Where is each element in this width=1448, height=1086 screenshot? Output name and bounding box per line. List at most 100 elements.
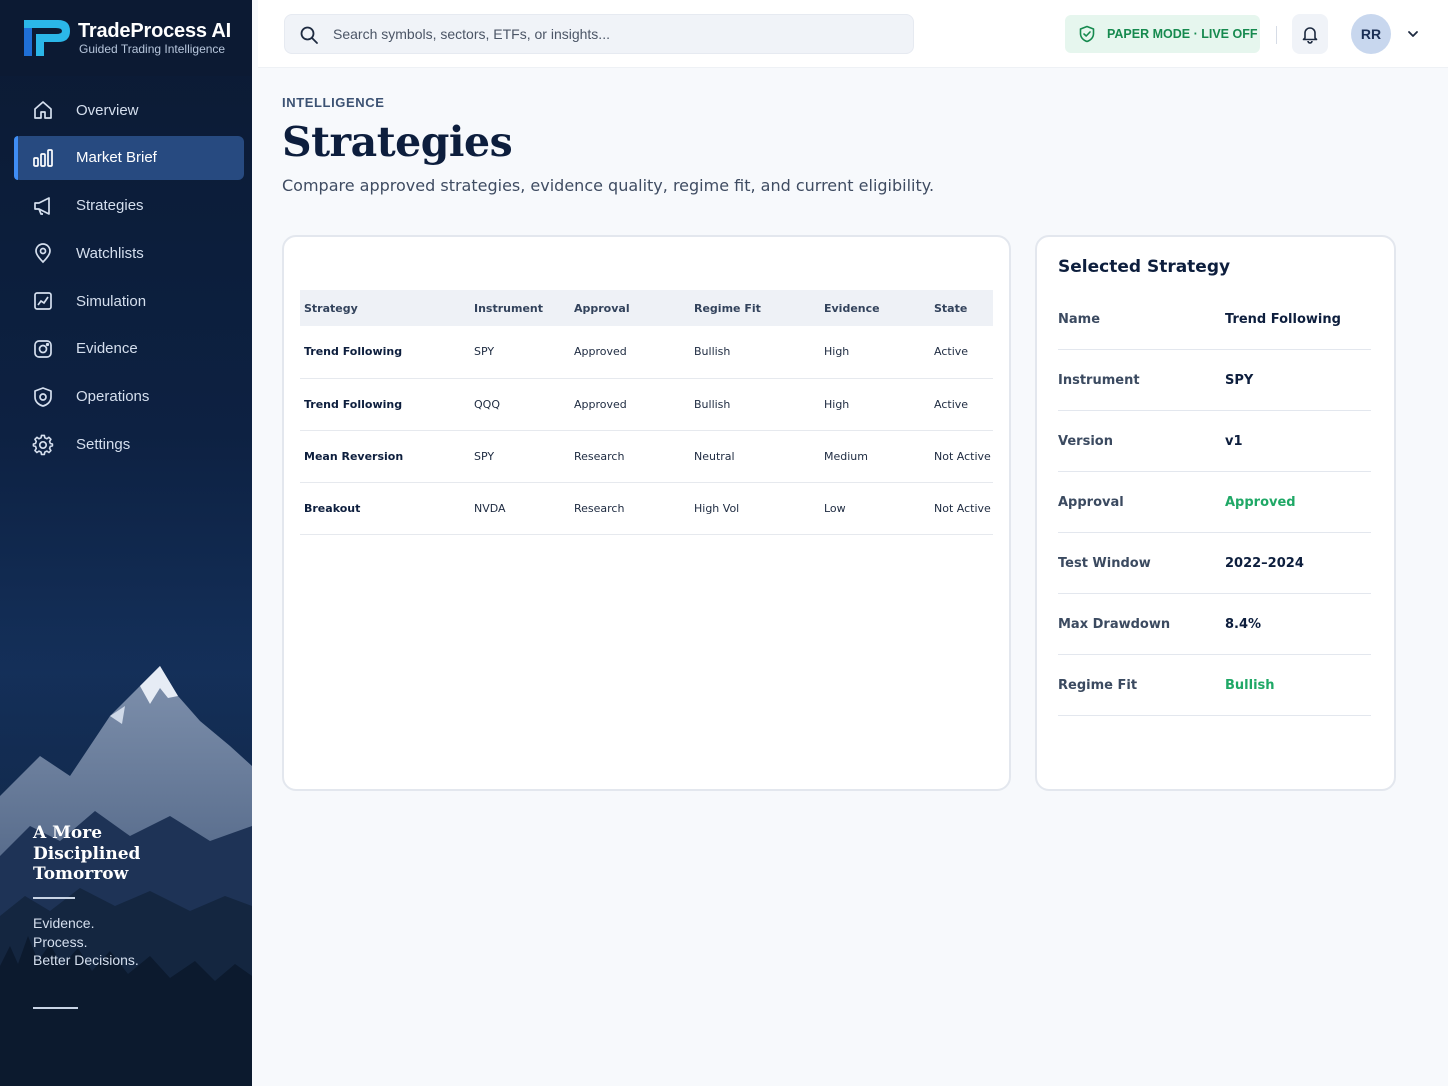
quote-divider	[33, 897, 75, 899]
cell-strategy: Breakout	[304, 501, 361, 515]
brand-tagline: Guided Trading Intelligence	[79, 42, 226, 56]
gear-icon	[32, 434, 54, 455]
table-header-row: Strategy Instrument Approval Regime Fit …	[300, 290, 993, 326]
page-eyebrow: INTELLIGENCE	[282, 95, 385, 110]
cell-approval: Approved	[574, 397, 627, 411]
column-header-approval[interactable]: Approval	[570, 290, 690, 326]
sidebar-item-simulation[interactable]: Simulation	[14, 279, 244, 323]
quote-line: A More	[33, 823, 103, 843]
detail-label: Version	[1058, 434, 1113, 449]
location-pin-icon	[35, 243, 51, 264]
cell-strategy: Trend Following	[304, 397, 403, 411]
detail-row-max-drawdown: Max Drawdown 8.4%	[1058, 594, 1371, 655]
page-subtitle: Compare approved strategies, evidence qu…	[282, 176, 935, 195]
sidebar-item-label: Simulation	[76, 292, 147, 310]
detail-label: Name	[1058, 312, 1101, 327]
search-icon	[300, 26, 318, 44]
sidebar-item-label: Operations	[76, 388, 150, 406]
quote-line: Disciplined	[33, 843, 141, 864]
sidebar-quote: A More Disciplined Tomorrow	[33, 823, 233, 885]
detail-row-approval: Approval Approved	[1058, 472, 1371, 533]
bar-chart-icon	[33, 148, 53, 167]
detail-value: 2022–2024	[1225, 556, 1304, 571]
search-bar[interactable]	[284, 14, 914, 54]
cell-instrument: SPY	[474, 345, 495, 359]
brand[interactable]: TradeProcess AI Guided Trading Intellige…	[0, 0, 252, 76]
detail-title: Selected Strategy	[1058, 257, 1231, 277]
sidebar-item-label: Watchlists	[76, 244, 144, 262]
detail-label: Max Drawdown	[1058, 617, 1171, 632]
cell-regime-fit: Bullish	[694, 397, 731, 411]
megaphone-icon	[34, 196, 50, 215]
sidebar-motto: Evidence. Process. Better Decisions.	[33, 914, 233, 970]
sidebar-item-overview[interactable]: Overview	[14, 88, 244, 132]
cell-state: Not Active	[934, 449, 991, 463]
column-header-strategy[interactable]: Strategy	[300, 290, 470, 326]
sidebar-item-label: Strategies	[76, 197, 144, 215]
cell-regime-fit: Neutral	[694, 449, 735, 463]
sidebar-item-watchlists[interactable]: Watchlists	[14, 231, 244, 275]
chevron-down-icon[interactable]	[1406, 27, 1420, 41]
detail-row-test-window: Test Window 2022–2024	[1058, 533, 1371, 594]
detail-row-name: Name Trend Following	[1058, 289, 1371, 350]
detail-value: Approved	[1225, 495, 1296, 510]
cell-instrument: SPY	[474, 449, 495, 463]
column-header-regime-fit[interactable]: Regime Fit	[690, 290, 820, 326]
home-icon	[34, 101, 52, 119]
sidebar-item-market-brief[interactable]: Market Brief	[14, 135, 244, 180]
mode-badge-label: PAPER MODE · LIVE OFF	[1107, 27, 1258, 41]
cell-evidence: High	[824, 397, 850, 411]
logo-icon	[24, 20, 70, 56]
sidebar: TradeProcess AI Guided Trading Intellige…	[0, 0, 252, 1086]
column-header-instrument[interactable]: Instrument	[470, 290, 570, 326]
cell-instrument: NVDA	[474, 501, 506, 515]
sidebar-item-evidence[interactable]: Evidence	[14, 327, 244, 371]
avatar[interactable]: RR	[1351, 14, 1391, 54]
sidebar-item-label: Market Brief	[76, 149, 157, 167]
brand-name: TradeProcess AI	[78, 20, 232, 42]
cell-instrument: QQQ	[474, 397, 500, 411]
cell-regime-fit: Bullish	[694, 345, 731, 359]
detail-label: Regime Fit	[1058, 678, 1138, 693]
cell-evidence: Medium	[824, 449, 868, 463]
table-row[interactable]: Breakout NVDA Research High Vol Low Not …	[300, 482, 993, 534]
sidebar-item-label: Evidence	[76, 340, 138, 358]
shield-gear-icon	[34, 386, 52, 407]
cell-state: Active	[934, 345, 969, 359]
detail-value: SPY	[1225, 373, 1254, 388]
search-input[interactable]	[333, 15, 903, 53]
detail-row-instrument: Instrument SPY	[1058, 350, 1371, 411]
shield-check-icon	[1079, 25, 1095, 43]
cell-state: Not Active	[934, 501, 991, 515]
sidebar-item-operations[interactable]: Operations	[14, 375, 244, 419]
cell-evidence: High	[824, 345, 850, 359]
cell-state: Active	[934, 397, 969, 411]
table-row[interactable]: Mean Reversion SPY Research Neutral Medi…	[300, 430, 993, 482]
camera-icon	[34, 340, 52, 358]
column-header-evidence[interactable]: Evidence	[820, 290, 930, 326]
sidebar-item-strategies[interactable]: Strategies	[14, 184, 244, 228]
detail-value: Trend Following	[1225, 312, 1341, 327]
detail-label: Test Window	[1058, 556, 1151, 571]
strategies-table-card: Strategy Instrument Approval Regime Fit …	[282, 235, 1011, 791]
sidebar-nav: Overview Market Brief Strategies Watchli…	[14, 88, 244, 470]
page-title: Strategies	[282, 118, 513, 166]
notifications-button[interactable]	[1292, 14, 1328, 54]
sidebar-item-settings[interactable]: Settings	[14, 423, 244, 467]
column-header-state[interactable]: State	[930, 290, 993, 326]
detail-value: 8.4%	[1225, 617, 1262, 632]
table-row[interactable]: Trend Following SPY Approved Bullish Hig…	[300, 326, 993, 378]
detail-value: v1	[1225, 434, 1243, 449]
detail-row-regime-fit: Regime Fit Bullish	[1058, 655, 1371, 716]
cell-approval: Research	[574, 449, 625, 463]
sidebar-item-label: Settings	[76, 436, 131, 454]
table-row[interactable]: Trend Following QQQ Approved Bullish Hig…	[300, 378, 993, 430]
detail-value: Bullish	[1225, 678, 1275, 693]
cell-strategy: Trend Following	[304, 345, 403, 359]
paper-mode-badge[interactable]: PAPER MODE · LIVE OFF	[1065, 15, 1260, 53]
chart-frame-icon	[34, 292, 52, 311]
detail-label: Instrument	[1058, 373, 1140, 388]
detail-row-version: Version v1	[1058, 411, 1371, 472]
cell-approval: Research	[574, 501, 625, 515]
motto-divider	[33, 1007, 78, 1009]
